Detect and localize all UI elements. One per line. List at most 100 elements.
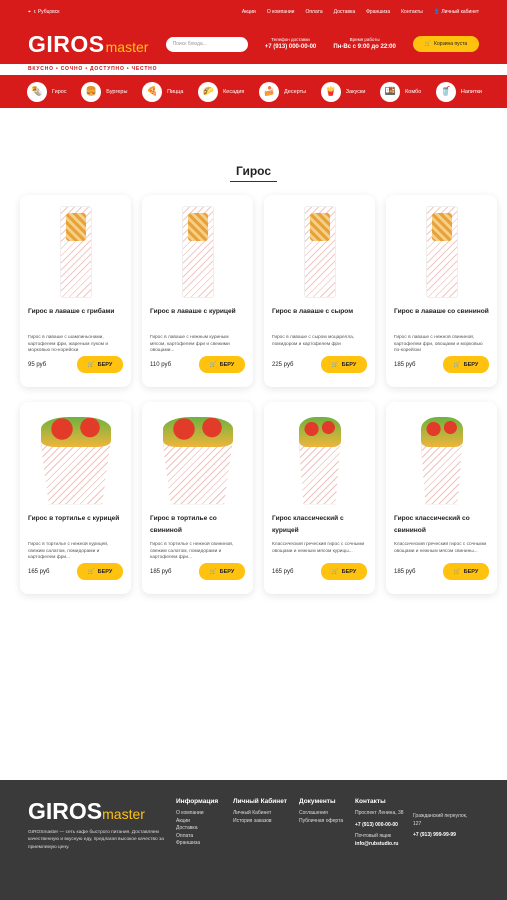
- product-image[interactable]: [394, 203, 489, 300]
- product-image[interactable]: [394, 410, 489, 507]
- footer-link-promotions[interactable]: Акции: [176, 818, 233, 826]
- product-name[interactable]: Гирос в тортилье с курицей: [28, 513, 123, 539]
- account-link[interactable]: 👤 Личный кабинет: [434, 9, 479, 15]
- cart-button[interactable]: 🛒 Корзина пуста: [412, 36, 479, 52]
- product-card[interactable]: Гирос в лаваше с курицей Гирос в лаваше …: [142, 195, 253, 387]
- section-title-text: Гирос: [229, 164, 278, 182]
- footer-account: Личный Кабинет Личный Кабинет История за…: [233, 798, 299, 900]
- product-card[interactable]: Гирос в лаваше с сыром Гирос в лаваше с …: [264, 195, 375, 387]
- product-card[interactable]: Гирос в лаваше с грибами Гирос в лаваше …: [20, 195, 131, 387]
- product-name[interactable]: Гирос в лаваше с грибами: [28, 306, 123, 332]
- category-label: Гирос: [52, 88, 67, 95]
- footer-link-franchise[interactable]: Франшиза: [176, 840, 233, 848]
- footer-link-history[interactable]: История заказов: [233, 818, 299, 826]
- phone-number[interactable]: +7 (913) 000-00-00: [265, 44, 317, 51]
- buy-button[interactable]: 🛒 БЕРУ: [443, 356, 489, 373]
- product-price: 185 руб: [394, 568, 416, 575]
- buy-label: БЕРУ: [219, 568, 235, 575]
- product-name[interactable]: Гирос в тортилье со свининой: [150, 513, 245, 539]
- footer-about: GIROSmaster — сеть кафе быстрого питания…: [28, 830, 164, 850]
- buy-button[interactable]: 🛒 БЕРУ: [77, 563, 123, 580]
- product-image[interactable]: [150, 203, 245, 300]
- product-price: 185 руб: [394, 361, 416, 368]
- category-label: Десерты: [284, 88, 307, 95]
- phone-label: Телефон доставки: [271, 36, 310, 42]
- footer-docs-title: Документы: [299, 798, 336, 805]
- buy-button[interactable]: 🛒 БЕРУ: [199, 563, 245, 580]
- buy-button[interactable]: 🛒 БЕРУ: [77, 356, 123, 373]
- cart-icon: 🛒: [453, 568, 461, 575]
- product-card[interactable]: Гирос классический с курицей Классически…: [264, 402, 375, 594]
- product-name[interactable]: Гирос в лаваше с сыром: [272, 306, 367, 332]
- top-link-about[interactable]: О компании: [267, 9, 295, 15]
- gyro-wrap-image: [59, 205, 92, 298]
- footer-link-about[interactable]: О компании: [176, 810, 233, 818]
- product-image[interactable]: [150, 410, 245, 507]
- top-link-delivery[interactable]: Доставка: [334, 9, 355, 15]
- category-combo[interactable]: 🍱 Комбо: [380, 81, 421, 102]
- footer-phone-2[interactable]: +7 (913) 999-99-99: [413, 832, 473, 840]
- footer-logo[interactable]: GIROSmaster: [28, 798, 176, 825]
- footer-mail[interactable]: info@rubstudio.ru: [355, 841, 413, 849]
- account-label: Личный кабинет: [441, 9, 479, 15]
- footer-contacts: Контакты Проспект Ленина, 38 +7 (913) 00…: [355, 798, 413, 900]
- category-snacks[interactable]: 🍟 Закуски: [320, 81, 366, 102]
- cart-icon: 🛒: [331, 361, 339, 368]
- category-gyros[interactable]: 🌯 Гирос: [27, 81, 67, 102]
- buy-button[interactable]: 🛒 БЕРУ: [443, 563, 489, 580]
- category-desserts[interactable]: 🍰 Десерты: [259, 81, 307, 102]
- product-name[interactable]: Гирос в лаваше со свининой: [394, 306, 489, 332]
- product-price: 95 руб: [28, 361, 47, 368]
- footer-link-agreements[interactable]: Соглашения: [299, 810, 355, 818]
- buy-button[interactable]: 🛒 БЕРУ: [321, 563, 367, 580]
- top-link-franchise[interactable]: Франшиза: [366, 9, 390, 15]
- product-image[interactable]: [28, 203, 123, 300]
- footer-link-account[interactable]: Личный Кабинет: [233, 810, 299, 818]
- buy-button[interactable]: 🛒 БЕРУ: [321, 356, 367, 373]
- footer-address-1: Проспект Ленина, 38: [355, 810, 404, 817]
- footer-contacts-2: Гражданский переулок, 127 +7 (913) 999-9…: [413, 798, 473, 900]
- category-label: Закуски: [345, 88, 366, 95]
- dessert-icon: 🍰: [259, 81, 280, 102]
- logo[interactable]: GIROS master: [28, 31, 148, 58]
- gyro-wrap-image: [181, 205, 214, 298]
- top-links: Акции О компании Оплата Доставка Франшиз…: [242, 9, 479, 15]
- product-price: 165 руб: [28, 568, 50, 575]
- footer-link-offer[interactable]: Публичная оферта: [299, 818, 355, 826]
- footer-info: Информация О компании Акции Доставка Опл…: [176, 798, 233, 900]
- footer-logo-main: GIROS: [28, 798, 103, 824]
- burger-icon: 🍔: [81, 81, 102, 102]
- product-card[interactable]: Гирос в тортилье со свининой Гирос в тор…: [142, 402, 253, 594]
- cart-icon: 🛒: [87, 361, 95, 368]
- category-burgers[interactable]: 🍔 Бургеры: [81, 81, 127, 102]
- buy-label: БЕРУ: [341, 361, 357, 368]
- product-card[interactable]: Гирос в тортилье с курицей Гирос в торти…: [20, 402, 131, 594]
- product-name[interactable]: Гирос классический со свининой: [394, 513, 489, 539]
- buy-button[interactable]: 🛒 БЕРУ: [199, 356, 245, 373]
- gyro-tortilla-image: [37, 413, 115, 505]
- top-link-payment[interactable]: Оплата: [305, 9, 322, 15]
- footer-link-delivery[interactable]: Доставка: [176, 825, 233, 833]
- city-selector[interactable]: ⌖ г. Рубцовск: [28, 9, 59, 15]
- category-drinks[interactable]: 🥤 Напитки: [435, 81, 482, 102]
- product-card[interactable]: Гирос в лаваше со свининой Гирос в лаваш…: [386, 195, 497, 387]
- top-link-promotions[interactable]: Акции: [242, 9, 256, 15]
- product-image[interactable]: [272, 203, 367, 300]
- top-link-contacts[interactable]: Контакты: [401, 9, 423, 15]
- footer-phone-1[interactable]: +7 (913) 000-00-00: [355, 822, 413, 830]
- category-quesadilla[interactable]: 🌮 Кесадия: [198, 81, 244, 102]
- product-name[interactable]: Гирос классический с курицей: [272, 513, 367, 539]
- category-pizza[interactable]: 🍕 Пицца: [142, 81, 183, 102]
- product-image[interactable]: [28, 410, 123, 507]
- category-label: Напитки: [460, 88, 482, 95]
- cart-label: Корзина пуста: [434, 41, 468, 47]
- product-card[interactable]: Гирос классический со свининой Классичес…: [386, 402, 497, 594]
- snack-icon: 🍟: [320, 81, 341, 102]
- product-name[interactable]: Гирос в лаваше с курицей: [150, 306, 245, 332]
- product-grid: Гирос в лаваше с грибами Гирос в лаваше …: [20, 195, 497, 594]
- buy-label: БЕРУ: [97, 361, 113, 368]
- footer-address-2: Гражданский переулок, 127: [413, 813, 468, 827]
- product-image[interactable]: [272, 410, 367, 507]
- footer-link-payment[interactable]: Оплата: [176, 833, 233, 841]
- search-input[interactable]: Поиск блюда...: [165, 36, 248, 52]
